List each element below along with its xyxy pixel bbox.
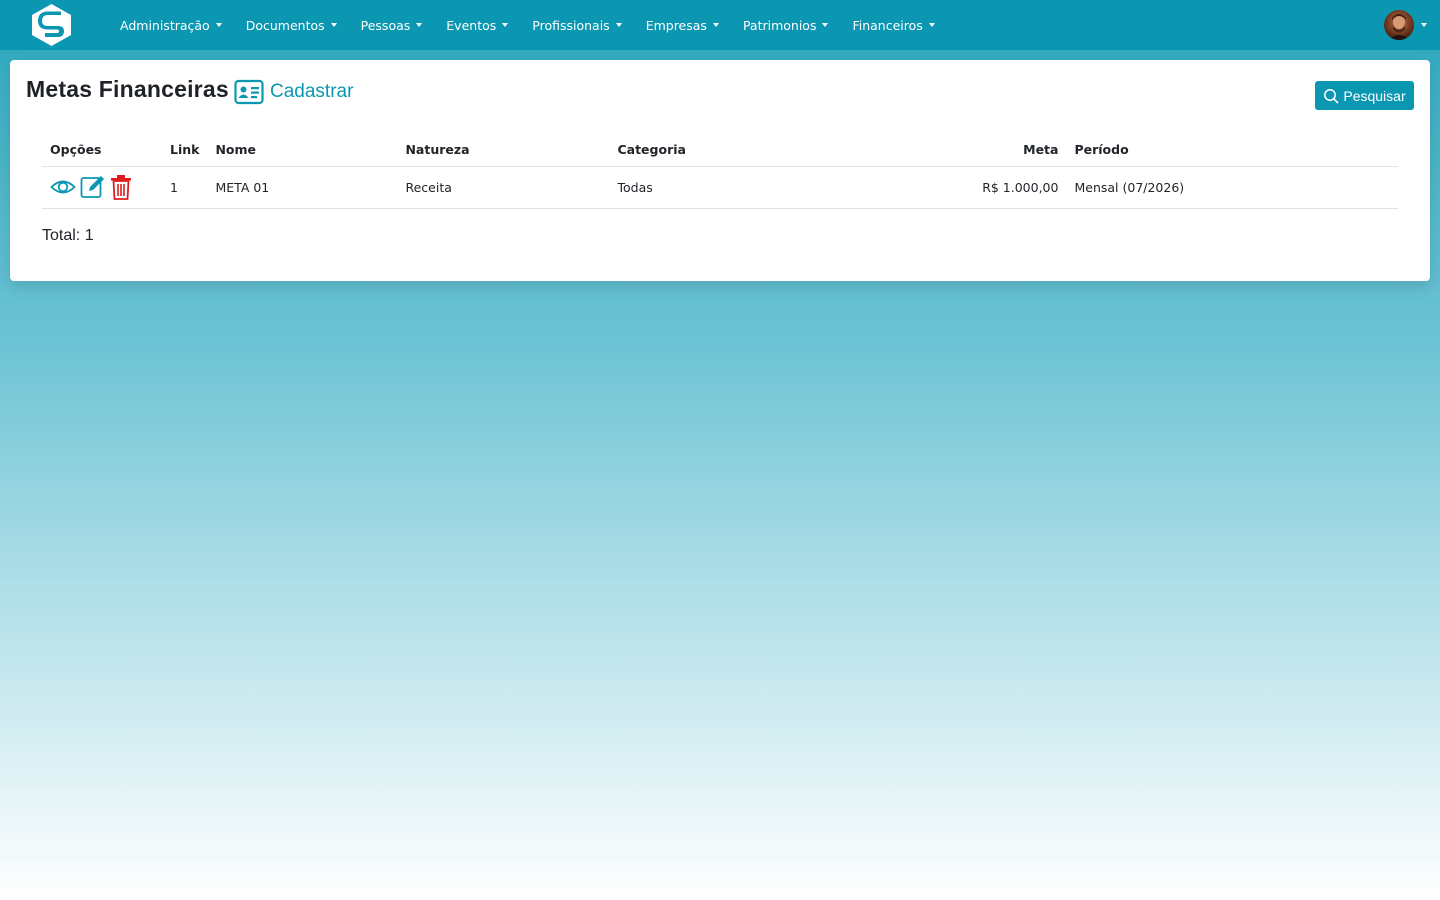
search-icon xyxy=(1324,88,1339,103)
menu-administracao[interactable]: Administração xyxy=(120,18,222,33)
table-header-row: Opções Link Nome Natureza Categoria Meta… xyxy=(42,134,1398,167)
register-link[interactable]: Cadastrar xyxy=(234,79,353,105)
menu-eventos[interactable]: Eventos xyxy=(446,17,509,33)
caret-down-icon xyxy=(712,23,719,27)
name-cell: META 01 xyxy=(207,166,398,209)
app-logo-icon[interactable] xyxy=(29,3,74,47)
menu-patrimonios[interactable]: Patrimonios xyxy=(743,18,829,33)
header-link[interactable]: Link xyxy=(162,134,208,167)
caret-down-icon xyxy=(416,23,423,27)
main-menu: Administração Documentos Pessoas Eventos… xyxy=(120,0,959,50)
avatar-caret-down-icon[interactable] xyxy=(1421,23,1427,27)
menu-label: Eventos xyxy=(446,17,497,33)
options-cell xyxy=(42,166,162,209)
menu-label: Financeiros xyxy=(852,17,923,33)
header-nature[interactable]: Natureza xyxy=(397,134,610,167)
menu-pessoas[interactable]: Pessoas xyxy=(361,18,423,33)
search-button[interactable]: Pesquisar xyxy=(1315,81,1414,110)
header-name[interactable]: Nome xyxy=(207,134,398,167)
header-period[interactable]: Período xyxy=(1066,134,1398,167)
top-navbar: Administração Documentos Pessoas Eventos… xyxy=(0,0,1440,50)
view-eye-icon[interactable] xyxy=(50,175,76,199)
header-category[interactable]: Categoria xyxy=(609,134,830,167)
menu-label: Patrimonios xyxy=(742,17,817,33)
caret-down-icon xyxy=(928,23,935,27)
table-row: 1 META 01 Receita Todas R$ 1.000,00 Mens… xyxy=(42,166,1398,209)
caret-down-icon xyxy=(330,23,337,27)
content-card: Metas Financeiras Cadastrar Pesquisar Op… xyxy=(10,60,1430,281)
header-options[interactable]: Opções xyxy=(42,134,162,167)
menu-label: Profissionais xyxy=(532,17,610,33)
category-cell: Todas xyxy=(609,166,830,209)
header-goal[interactable]: Meta xyxy=(829,134,1067,167)
page-title: Metas Financeiras xyxy=(26,76,229,102)
caret-down-icon xyxy=(502,23,509,27)
caret-down-icon xyxy=(615,23,622,27)
nature-cell: Receita xyxy=(397,166,610,209)
menu-label: Pessoas xyxy=(360,17,411,33)
total-count: Total: 1 xyxy=(42,227,94,244)
register-label: Cadastrar xyxy=(270,81,354,102)
user-avatar[interactable] xyxy=(1384,10,1414,40)
menu-financeiros[interactable]: Financeiros xyxy=(852,17,935,33)
menu-empresas[interactable]: Empresas xyxy=(646,18,719,33)
edit-pencil-icon[interactable] xyxy=(80,174,106,200)
period-cell: Mensal (07/2026) xyxy=(1066,166,1398,209)
search-button-label: Pesquisar xyxy=(1343,87,1406,104)
menu-label: Empresas xyxy=(645,17,707,33)
menu-label: Documentos xyxy=(245,17,325,33)
caret-down-icon xyxy=(822,23,829,27)
caret-down-icon xyxy=(215,23,222,27)
menu-documentos[interactable]: Documentos xyxy=(246,18,337,33)
id-card-icon xyxy=(234,79,264,105)
menu-profissionais[interactable]: Profissionais xyxy=(532,17,622,33)
goal-cell: R$ 1.000,00 xyxy=(829,166,1067,209)
link-cell: 1 xyxy=(162,166,208,209)
goals-table: Opções Link Nome Natureza Categoria Meta… xyxy=(42,134,1398,209)
menu-label: Administração xyxy=(120,17,210,33)
delete-trash-icon[interactable] xyxy=(110,174,132,200)
